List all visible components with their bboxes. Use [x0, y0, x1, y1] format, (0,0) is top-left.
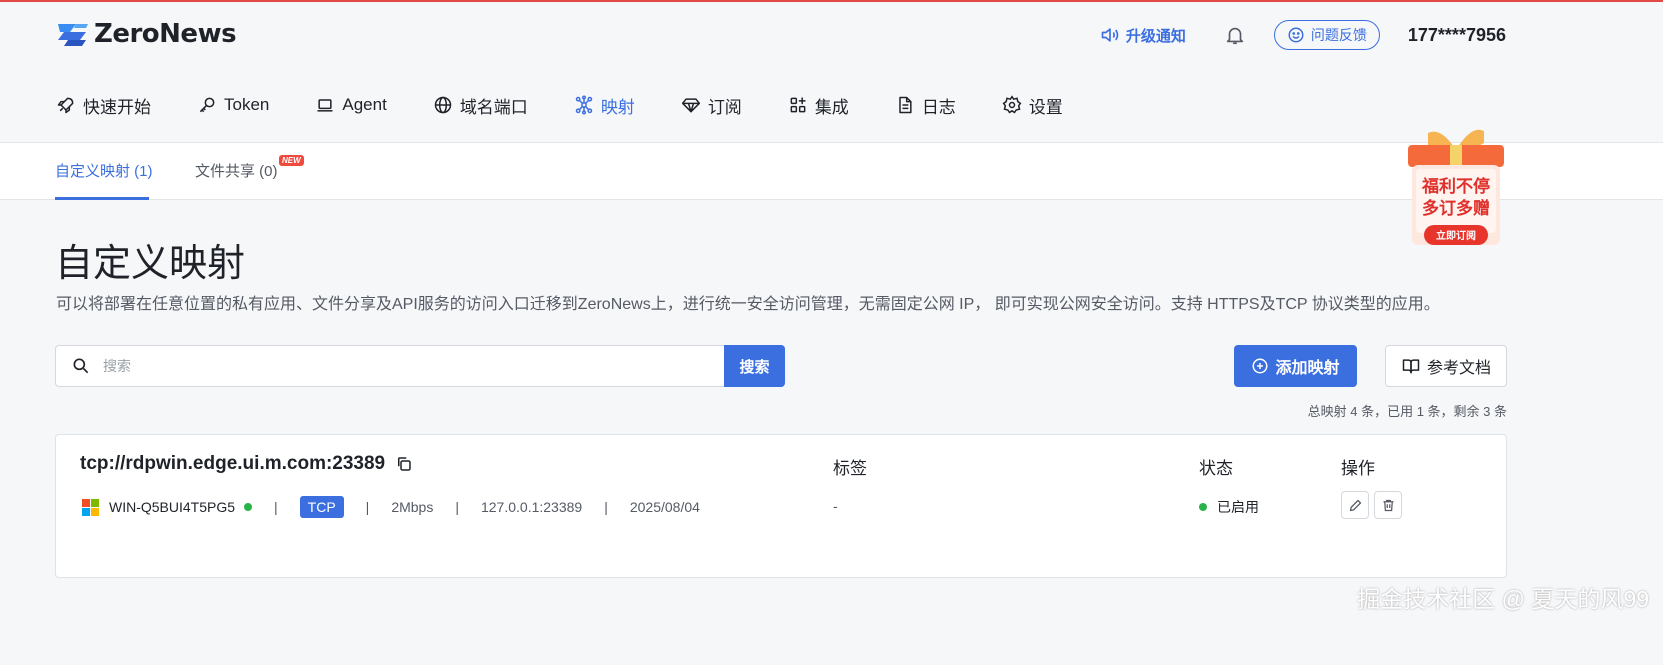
- apps-icon: [790, 97, 806, 113]
- mapping-card: tcp://rdpwin.edge.ui.m.com:23389 标签 状态 操…: [55, 434, 1507, 578]
- new-badge: NEW: [279, 155, 304, 166]
- status-dot: [1199, 503, 1207, 511]
- status-label: 已启用: [1217, 499, 1259, 515]
- copy-icon[interactable]: [395, 455, 413, 473]
- promo-cta: 立即订阅: [1436, 229, 1476, 242]
- bandwidth: 2Mbps: [391, 499, 434, 515]
- column-tag-header: 标签: [833, 459, 867, 478]
- rocket-icon: [57, 97, 74, 114]
- nav-item-agent[interactable]: Agent: [315, 95, 387, 115]
- nav-item-mapping[interactable]: 映射: [574, 93, 635, 118]
- tag-value: -: [833, 498, 838, 514]
- tab-custom-mapping[interactable]: 自定义映射 (1): [55, 160, 153, 181]
- logo[interactable]: ZeroNews: [56, 19, 237, 49]
- nav-item-integration[interactable]: 集成: [788, 93, 849, 118]
- docs-button[interactable]: 参考文档: [1385, 345, 1507, 387]
- search-box: [55, 345, 725, 387]
- column-ops-header: 操作: [1341, 459, 1375, 478]
- plus-circle-icon: [1252, 358, 1268, 374]
- promo-line1: 福利不停: [1421, 176, 1490, 197]
- network-icon: [575, 95, 593, 115]
- page-description: 可以将部署在任意位置的私有应用、文件分享及API服务的访问入口迁移到ZeroNe…: [56, 296, 1440, 313]
- separator: |: [274, 499, 278, 515]
- column-status-header: 状态: [1199, 459, 1233, 478]
- separator: |: [604, 499, 608, 515]
- nav-item-token[interactable]: Token: [197, 95, 269, 115]
- globe-icon: [434, 96, 452, 114]
- windows-icon: [82, 498, 99, 516]
- nav-item-settings[interactable]: 设置: [1002, 93, 1063, 118]
- edit-button[interactable]: [1341, 491, 1369, 519]
- nav-item-quickstart[interactable]: 快速开始: [56, 93, 151, 118]
- agent-name: WIN-Q5BUI4T5PG5: [109, 499, 236, 515]
- laptop-icon: [317, 99, 333, 112]
- active-tab-indicator: [55, 197, 149, 200]
- search-input[interactable]: [103, 358, 683, 374]
- search-icon: [73, 358, 89, 374]
- feedback-label: 问题反馈: [1310, 27, 1367, 43]
- mapping-address-row: tcp://rdpwin.edge.ui.m.com:23389: [80, 453, 413, 475]
- promo-line2: 多订多赠: [1422, 198, 1490, 219]
- app-name: ZeroNews: [94, 19, 237, 49]
- promo-gift-banner[interactable]: 福利不停 多订多赠 立即订阅: [1400, 125, 1512, 253]
- nav-item-subscription[interactable]: 订阅: [681, 93, 742, 118]
- agent-online-dot: [244, 503, 253, 511]
- mapping-address: tcp://rdpwin.edge.ui.m.com:23389: [80, 453, 386, 474]
- book-icon: [1402, 359, 1420, 374]
- app-header: ZeroNews 升级通知 问题反馈 177****7956 快速开始 Toke…: [0, 2, 1663, 143]
- pencil-icon: [1349, 499, 1361, 511]
- docs-label: 参考文档: [1426, 360, 1491, 377]
- mapping-details: WIN-Q5BUI4T5PG5 | TCP | 2Mbps | 127.0.0.…: [82, 495, 700, 519]
- bell-icon[interactable]: [1224, 24, 1246, 46]
- page-title: 自定义映射: [55, 243, 246, 285]
- trash-icon: [1383, 499, 1393, 511]
- protocol-badge: TCP: [299, 496, 344, 518]
- main-nav: 快速开始 Token Agent 域名端口 映射 订阅 集成 日志 设置: [56, 90, 1109, 120]
- watermark-text: 掘金技术社区 @ 夏天的风99: [1357, 586, 1649, 612]
- speaker-icon: [1101, 28, 1119, 42]
- search-button[interactable]: 搜索: [724, 345, 785, 387]
- add-mapping-button[interactable]: 添加映射: [1234, 345, 1357, 387]
- diamond-icon: [681, 98, 700, 113]
- local-address: 127.0.0.1:23389: [480, 499, 583, 515]
- tab-file-share[interactable]: 文件共享 (0): [195, 160, 278, 181]
- separator: |: [455, 499, 459, 515]
- key-icon: [199, 97, 215, 113]
- quota-summary: 总映射 4 条，已用 1 条，剩余 3 条: [1307, 404, 1507, 419]
- nav-item-logs[interactable]: 日志: [895, 93, 956, 118]
- gear-icon: [1002, 95, 1022, 114]
- document-icon: [899, 96, 912, 114]
- gift-box-icon: 福利不停 多订多赠 立即订阅: [1408, 129, 1504, 245]
- header-actions: 升级通知 问题反馈 177****7956: [1100, 18, 1506, 52]
- feedback-button[interactable]: 问题反馈: [1273, 20, 1380, 50]
- separator: |: [365, 499, 370, 515]
- upgrade-notice-link[interactable]: 升级通知: [1100, 25, 1186, 46]
- delete-button[interactable]: [1374, 491, 1402, 519]
- user-phone[interactable]: 177****7956: [1408, 25, 1506, 46]
- status-badge: 已启用: [1199, 495, 1259, 519]
- upgrade-notice-label: 升级通知: [1125, 27, 1186, 45]
- zeronews-logo-icon: [58, 24, 88, 46]
- smile-icon: [1288, 27, 1304, 43]
- nav-item-domain-port[interactable]: 域名端口: [433, 93, 528, 118]
- created-date: 2025/08/04: [629, 499, 700, 515]
- add-mapping-label: 添加映射: [1275, 360, 1340, 377]
